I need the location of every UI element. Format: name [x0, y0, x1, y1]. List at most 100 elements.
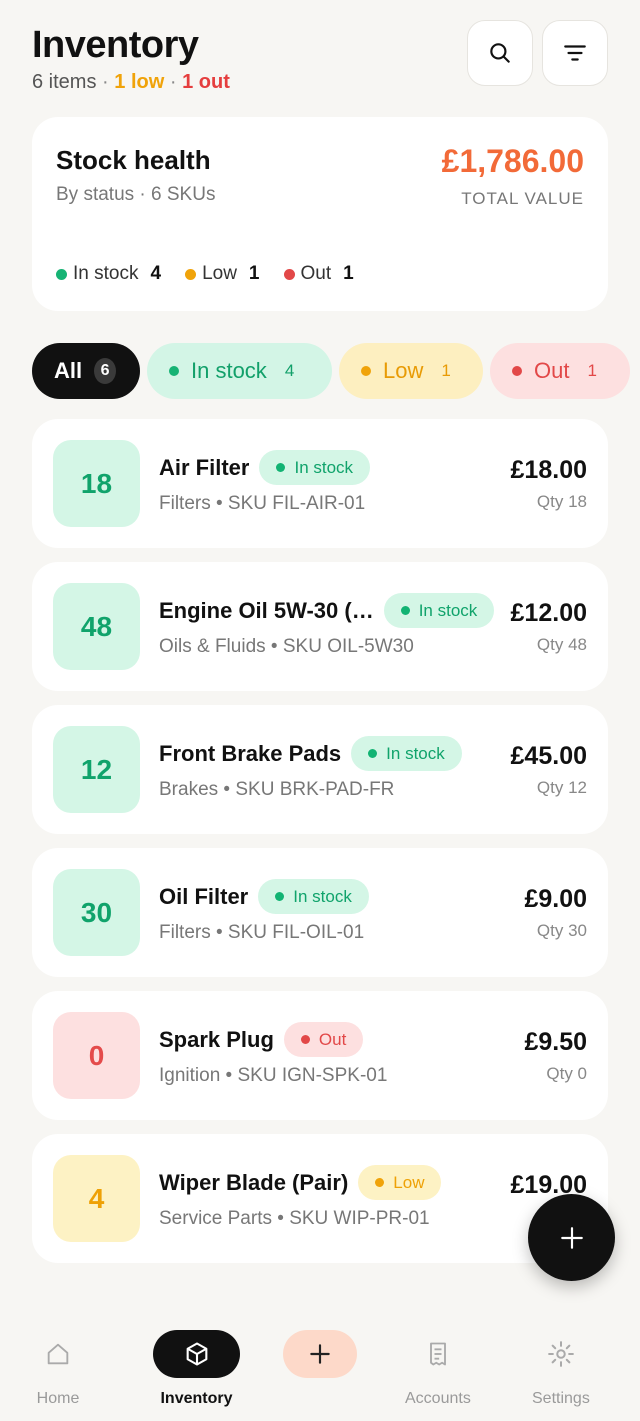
nav-label: Accounts	[405, 1390, 471, 1407]
total-value-label: TOTAL VALUE	[461, 189, 584, 208]
item-price: £18.00	[510, 456, 587, 484]
item-qty: Qty 48	[536, 635, 587, 654]
chip-count: 1	[587, 361, 597, 380]
nav-settings[interactable]: Settings	[532, 1330, 590, 1408]
plus-icon	[560, 1226, 583, 1249]
nav-accounts[interactable]: Accounts	[405, 1330, 471, 1408]
status-label: Low	[393, 1172, 425, 1192]
status-label: Out	[318, 1029, 347, 1049]
filter-chip-in-stock[interactable]: In stock 4	[147, 343, 332, 399]
receipt-icon	[414, 1330, 462, 1378]
item-meta: Filters • SKU FIL-AIR-01	[159, 493, 366, 514]
chip-label: Low	[383, 358, 424, 383]
inventory-item-card[interactable]: 0 Spark Plug Out Ignition • SKU IGN-SPK-…	[32, 991, 608, 1120]
inventory-item-card[interactable]: 48 Engine Oil 5W-30 (… In stock Oils & F…	[32, 562, 608, 691]
total-value: £1,786.00	[441, 143, 584, 179]
item-name: Wiper Blade (Pair)	[159, 1169, 349, 1195]
green-dot-icon	[56, 268, 67, 280]
legend-count: 1	[343, 263, 354, 284]
nav-label: Home	[36, 1390, 80, 1407]
item-name: Oil Filter	[159, 883, 249, 909]
item-meta: Ignition • SKU IGN-SPK-01	[159, 1065, 388, 1086]
nav-add[interactable]	[283, 1330, 357, 1390]
legend-label: Low	[202, 263, 237, 284]
nav-inventory[interactable]: Inventory	[153, 1330, 240, 1408]
page-title: Inventory	[32, 24, 199, 66]
item-name: Engine Oil 5W-30 (…	[159, 597, 374, 623]
inventory-item-card[interactable]: 4 Wiper Blade (Pair) Low Service Parts •…	[32, 1134, 608, 1263]
red-dot-icon	[283, 268, 295, 280]
item-meta: Service Parts • SKU WIP-PR-01	[159, 1208, 430, 1229]
legend-out: Out 1	[283, 263, 354, 285]
add-item-button[interactable]	[528, 1194, 615, 1281]
legend-label: Out	[300, 263, 332, 284]
item-meta: Brakes • SKU BRK-PAD-FR	[159, 779, 395, 800]
nav-label: Inventory	[160, 1390, 233, 1407]
page-header: Inventory 6 items · 1 low · 1 out	[32, 24, 230, 94]
quantity-box: 0	[53, 1012, 140, 1099]
box-icon	[153, 1330, 240, 1378]
item-qty: Qty 18	[536, 492, 587, 511]
chip-label: All	[54, 358, 83, 383]
item-qty: Qty 30	[536, 921, 587, 940]
nav-label: Settings	[532, 1390, 590, 1407]
status-label: In stock	[386, 743, 445, 763]
item-name: Air Filter	[159, 454, 250, 480]
status-badge: Out	[283, 1022, 364, 1057]
filter-icon	[564, 45, 586, 61]
separator: ·	[169, 71, 177, 93]
chip-count: 4	[284, 361, 295, 380]
filter-chip-out[interactable]: Out 1	[490, 343, 630, 399]
status-badge: In stock	[383, 593, 495, 628]
quantity-box: 4	[53, 1155, 140, 1242]
item-count: 6 items	[32, 71, 97, 93]
yellow-dot-icon	[185, 268, 197, 280]
filter-chips: All 6 In stock 4 Low 1 Out 1	[32, 343, 630, 399]
nav-home[interactable]: Home	[34, 1330, 82, 1408]
item-price: £45.00	[510, 742, 587, 770]
status-dot-icon	[276, 463, 286, 472]
yellow-dot-icon	[361, 366, 371, 376]
inventory-item-card[interactable]: 18 Air Filter In stock Filters • SKU FIL…	[32, 419, 608, 548]
item-meta: Filters • SKU FIL-OIL-01	[159, 922, 365, 943]
separator: ·	[102, 71, 109, 93]
status-dot-icon	[368, 749, 378, 758]
legend-count: 1	[248, 263, 260, 284]
status-dot-icon	[400, 606, 410, 615]
chip-count: 6	[94, 358, 116, 384]
chip-label: Out	[534, 358, 570, 383]
inventory-item-card[interactable]: 30 Oil Filter In stock Filters • SKU FIL…	[32, 848, 608, 977]
legend-in-stock: In stock 4	[56, 263, 161, 285]
stock-health-card: Stock health By status · 6 SKUs £1,786.0…	[32, 117, 608, 311]
status-legend: In stock 4 Low 1 Out 1	[56, 263, 354, 285]
status-dot-icon	[275, 892, 285, 901]
quantity-box: 48	[53, 583, 140, 670]
search-button[interactable]	[467, 20, 533, 86]
green-dot-icon	[169, 366, 179, 376]
status-badge: In stock	[351, 736, 462, 771]
status-badge: In stock	[259, 450, 371, 485]
quantity-box: 12	[53, 726, 140, 813]
red-dot-icon	[512, 366, 522, 376]
status-label: In stock	[294, 457, 354, 477]
legend-label: In stock	[73, 263, 139, 284]
chip-count: 1	[441, 361, 451, 380]
filter-button[interactable]	[542, 20, 608, 86]
legend-count: 4	[150, 263, 162, 284]
item-qty: Qty 12	[536, 778, 587, 797]
status-dot-icon	[300, 1035, 310, 1044]
home-icon	[34, 1330, 82, 1378]
filter-chip-low[interactable]: Low 1	[339, 343, 483, 399]
status-badge: Low	[358, 1165, 442, 1200]
status-label: In stock	[418, 600, 478, 620]
inventory-item-card[interactable]: 12 Front Brake Pads In stock Brakes • SK…	[32, 705, 608, 834]
out-count: 1 out	[182, 71, 230, 93]
item-price: £12.00	[510, 599, 587, 627]
filter-chip-all[interactable]: All 6	[32, 343, 140, 399]
low-count: 1 low	[114, 71, 165, 93]
status-label: In stock	[293, 886, 352, 906]
chip-label: In stock	[191, 358, 267, 383]
item-price: £9.00	[524, 885, 587, 913]
page-subtitle: 6 items · 1 low · 1 out	[32, 71, 230, 94]
bottom-nav: Home Inventory Accounts Settings	[0, 1310, 640, 1421]
